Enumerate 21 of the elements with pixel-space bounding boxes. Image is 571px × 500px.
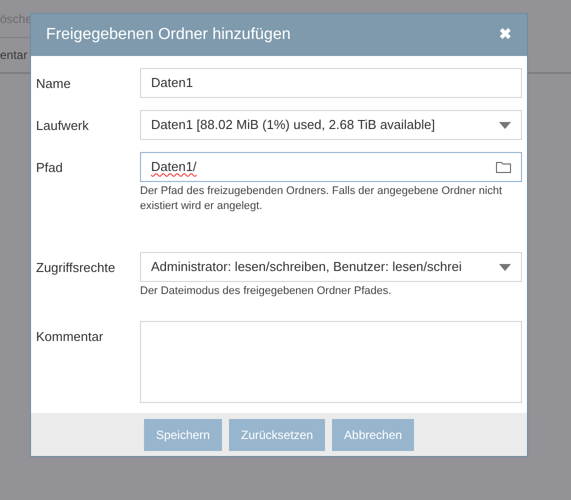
field-value: Administrator: lesen/schreiben, Benutzer: lesen/schrei [151,258,463,276]
field-value: Daten1 [88.02 MiB (1%) used, 2.68 TiB available] [151,116,436,134]
dropdown-field[interactable]: Administrator: lesen/schreiben, Benutzer: lesen/schrei [140,252,522,282]
folder-icon[interactable] [496,161,511,173]
comment-field[interactable] [140,321,522,403]
caret-icon [499,122,511,128]
field-label: Zugriffsrechte [36,259,116,277]
field-label: Laufwerk [36,117,90,135]
dialog-title: Freigegebenen Ordner hinzufügen [46,25,291,45]
text-field[interactable]: Daten1 [140,68,522,98]
text-field[interactable]: Daten1/ [140,152,522,182]
field-label: Pfad [36,159,64,177]
field-value: Daten1/ [151,158,198,176]
field-value: Daten1 [151,74,193,92]
background-text: entar [0,47,28,64]
dropdown-field[interactable]: Daten1 [88.02 MiB (1%) used, 2.68 TiB available] [140,110,522,140]
field-label: Name [36,75,72,93]
field-hint: Der Pfad des freizugebenden Ordners. Falls der angegebene Ordner nicht existiert wird er angelegt. [140,184,503,214]
caret-icon [499,264,511,270]
field-label: Kommentar [36,328,104,346]
field-hint: Der Dateimodus des freigegebenen Ordner Pfades. [140,284,392,299]
